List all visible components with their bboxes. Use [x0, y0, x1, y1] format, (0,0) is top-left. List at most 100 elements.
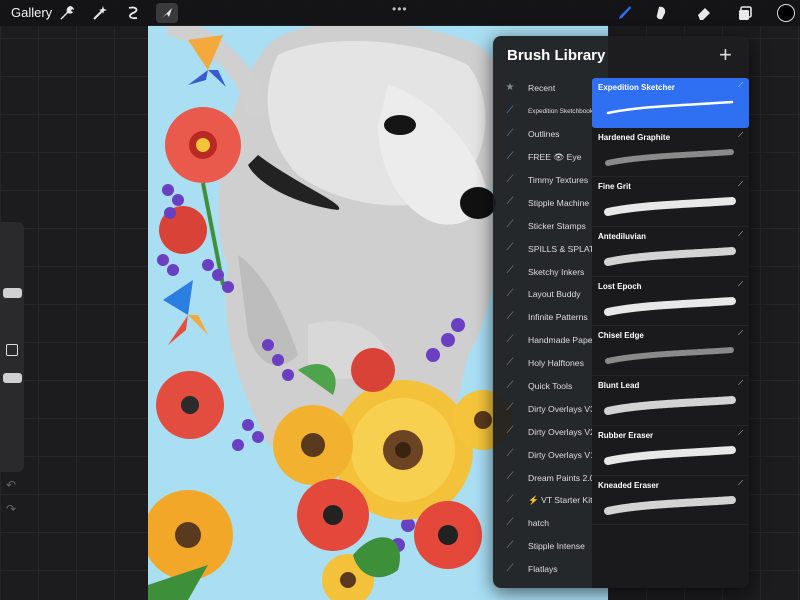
brush-name: Blunt Lead	[598, 381, 640, 391]
gallery-button[interactable]: Gallery	[11, 5, 52, 20]
brush-item[interactable]: Blunt Lead ⟋	[592, 376, 749, 426]
brush-name: Fine Grit	[598, 182, 631, 192]
brush-set-item[interactable]: ⟋ FREE 👁 Eye	[493, 146, 593, 169]
brush-stroke-icon: ⟋	[506, 333, 514, 345]
brush-set-item[interactable]: ⟋ Dream Paints 2.0	[493, 466, 594, 489]
color-well[interactable]	[777, 4, 795, 22]
brush-item[interactable]: Chisel Edge ⟋	[592, 326, 749, 377]
modify-button[interactable]	[6, 344, 18, 356]
brush-set-item[interactable]: ⟋ Sticker Stamps	[493, 214, 593, 237]
brush-item[interactable]: Antediluvian ⟋	[592, 227, 749, 277]
brush-stroke-icon: ⟋	[506, 539, 514, 551]
brush-stroke-preview	[604, 296, 736, 316]
brush-set-item[interactable]: ★ Recent	[493, 77, 593, 100]
top-toolbar: Gallery •••	[0, 0, 800, 26]
brush-stroke-icon: ⟋	[506, 219, 514, 231]
brush-pencil-icon: ⟋	[738, 82, 743, 89]
brush-stroke-icon: ⟋	[506, 265, 514, 277]
brush-pencil-icon: ⟋	[738, 131, 743, 139]
brush-stroke-icon: ⟋	[506, 425, 514, 437]
brush-name: Lost Epoch	[598, 281, 642, 291]
brush-stroke-preview	[605, 347, 735, 365]
brush-set-item[interactable]: ⟋ Holy Halftones	[493, 352, 593, 375]
brush-set-item[interactable]: ⟋ Dirty Overlays V2	[493, 420, 594, 443]
brush-set-item[interactable]: ⟋ Sketchy Inkers	[493, 260, 593, 283]
brush-pencil-icon: ⟋	[738, 380, 743, 388]
brush-set-item[interactable]: ⟋ ⚡ VT Starter Kit	[493, 489, 593, 512]
brush-set-label: Dream Paints 2.0	[528, 472, 593, 483]
eraser-icon[interactable]	[693, 3, 715, 23]
brush-set-label: ⚡ VT Starter Kit	[528, 494, 593, 505]
brush-pencil-icon: ⟋	[738, 479, 743, 487]
brush-stroke-icon: ⟋	[506, 150, 514, 162]
brush-stroke-preview	[604, 247, 736, 267]
redo-icon[interactable]: ↷	[6, 502, 16, 516]
brush-opacity-slider[interactable]	[3, 373, 22, 383]
brush-item[interactable]: Hardened Graphite ⟋	[592, 128, 749, 178]
brush-stroke-icon: ⟋	[506, 448, 514, 460]
more-options-dots[interactable]: •••	[392, 2, 408, 16]
brush-set-item[interactable]: ⟋ Outlines	[493, 123, 593, 146]
brush-stroke-icon: ⟋	[506, 127, 514, 139]
brush-set-item[interactable]: ⟋ Stipple Intense	[493, 535, 593, 558]
brush-set-label: Quick Tools	[528, 381, 573, 392]
brush-set-list: ★ Recent ⟋ Expedition Sketchbook ⟋ Outlines ⟋ F…	[493, 77, 593, 581]
brush-stroke-icon: ⟋	[506, 494, 514, 506]
brush-name: Rubber Eraser	[598, 430, 654, 440]
brush-icon[interactable]	[613, 3, 635, 23]
magic-wand-icon[interactable]	[89, 3, 111, 23]
brush-set-label: Dirty Overlays V3	[528, 403, 593, 414]
brush-set-item[interactable]: ⟋ Dirty Overlays V1	[493, 443, 594, 466]
brush-set-label: Sticker Stamps	[528, 220, 586, 231]
brush-set-item[interactable]: ⟋ Stipple Machine	[493, 191, 593, 214]
left-sidebar: ↶ ↷	[0, 222, 24, 516]
brush-set-item[interactable]: ⟋ Layout Buddy	[493, 283, 593, 306]
brush-stroke-preview	[604, 445, 736, 465]
brush-stroke-preview	[604, 495, 736, 515]
brush-item[interactable]: Expedition Sketcher ⟋	[592, 78, 749, 128]
brush-pencil-icon: ⟋	[738, 181, 743, 189]
brush-set-item[interactable]: ⟋ Timmy Textures	[493, 169, 593, 192]
brush-stroke-icon: ⟋	[506, 104, 514, 116]
brush-item[interactable]: Kneaded Eraser ⟋	[592, 476, 749, 526]
brush-set-label: Timmy Textures	[528, 175, 589, 185]
brush-set-label: Stipple Intense	[528, 541, 585, 552]
brush-set-item[interactable]: ⟋ Dirty Overlays V3	[493, 397, 594, 420]
brush-stroke-preview	[604, 396, 736, 416]
brush-set-label: Infinite Patterns	[528, 312, 588, 323]
brush-set-label: Outlines	[528, 129, 560, 140]
add-brush-set-button[interactable]: +	[719, 42, 732, 68]
brush-size-slider[interactable]	[3, 288, 22, 298]
brush-name: Antediluvian	[598, 232, 647, 242]
wrench-icon[interactable]	[56, 3, 78, 23]
brush-stroke-icon: ⟋	[506, 242, 514, 254]
brush-item[interactable]: Rubber Eraser ⟋	[592, 426, 749, 476]
brush-set-item[interactable]: ⟋ Handmade Paper	[493, 329, 594, 352]
brush-set-item[interactable]: ⟋ Expedition Sketchbook	[493, 100, 594, 123]
selection-icon[interactable]	[122, 3, 144, 23]
brush-item[interactable]: Lost Epoch ⟋	[592, 277, 749, 327]
brush-set-label: Holy Halftones	[528, 358, 584, 369]
brush-set-item[interactable]: ⟋ Flatlays	[493, 558, 593, 581]
brush-set-item[interactable]: ⟋ hatch	[493, 512, 593, 535]
brush-name: Expedition Sketcher	[598, 83, 675, 92]
brush-set-label: Expedition Sketchbook	[528, 107, 593, 115]
layers-icon[interactable]	[734, 3, 756, 23]
smudge-icon[interactable]	[650, 3, 672, 23]
brush-set-label: Dirty Overlays V1	[528, 449, 593, 460]
brush-stroke-icon: ⟋	[506, 310, 514, 322]
brush-item[interactable]: Fine Grit ⟋	[592, 177, 749, 228]
brush-set-label: Recent	[528, 83, 556, 94]
brush-set-label: Handmade Paper	[528, 335, 593, 346]
brush-set-item[interactable]: ⟋ SPILLS & SPLATS	[493, 237, 594, 260]
undo-icon[interactable]: ↶	[6, 478, 16, 492]
brush-set-label: Stipple Machine	[528, 197, 590, 208]
brush-set-item[interactable]: ⟋ Infinite Patterns	[493, 306, 593, 329]
brush-stroke-icon: ⟋	[506, 356, 514, 368]
brush-set-label: Sketchy Inkers	[528, 266, 585, 277]
brush-name: Hardened Graphite	[598, 132, 671, 142]
panel-title: Brush Library	[507, 47, 606, 64]
transform-icon[interactable]	[156, 3, 178, 23]
brush-pencil-icon: ⟋	[738, 231, 743, 239]
brush-set-item[interactable]: ⟋ Quick Tools	[493, 375, 593, 398]
